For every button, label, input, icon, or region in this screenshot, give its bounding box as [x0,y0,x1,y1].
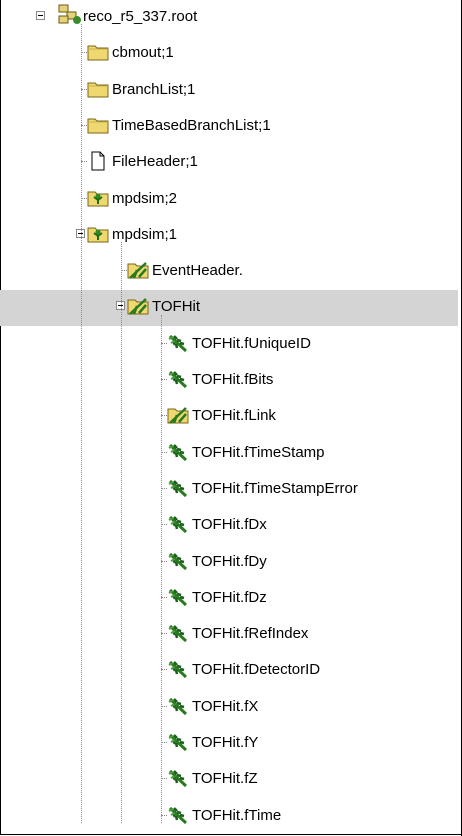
leaf-icon [167,514,189,534]
tree-item-label: TOFHit.fBits [192,371,274,388]
tree-item-label: TOFHit.fLink [192,407,276,425]
tree-item-label: TOFHit.fDy [192,552,267,570]
tree-icon [87,224,109,244]
leaf-icon [167,805,189,825]
tree-row-root[interactable]: reco_r5_337.root [0,0,458,36]
tree-item-label: TOFHit.fTime [192,806,282,824]
tree-row-mpdsim-2[interactable]: mpdsim;2 [0,182,458,218]
root-file-icon [57,4,81,24]
tree-row-tofhit-ftime[interactable]: TOFHit.fTime [0,799,458,835]
file-tree-view[interactable]: reco_r5_337.root cbmout;1 BranchList;1 Time… [0,0,458,836]
tree-row-tofhit-fy[interactable]: TOFHit.fY [0,726,458,762]
tree-row-tofhit-flink[interactable]: TOFHit.fLink [0,399,458,435]
tree-guide-line [121,242,122,823]
branch-icon [127,296,149,316]
tree-row-fileheader-1[interactable]: FileHeader;1 [0,145,458,181]
leaf-icon [167,369,189,389]
leaf-icon [167,659,189,679]
tree-item-label: EventHeader. [152,262,243,280]
tree-root-label: reco_r5_337.root [83,8,198,25]
tree-item-label: TOFHit.fZ [192,770,258,788]
tree-item-label: FileHeader;1 [112,153,198,171]
leaf-icon [167,333,189,353]
tree-row-tofhit-fdx[interactable]: TOFHit.fDx [0,508,458,544]
leaf-icon [167,587,189,607]
tree-row-branchlist-1[interactable]: BranchList;1 [0,73,458,109]
file-icon [87,151,109,171]
folder-icon [87,79,109,99]
tree-row-tofhit-fdz[interactable]: TOFHit.fDz [0,581,458,617]
leaf-icon [167,551,189,571]
tree-item-label: TimeBasedBranchList;1 [112,116,271,134]
tree-item-label: TOFHit.fY [192,734,259,751]
tree-item-label: TOFHit [152,298,201,316]
tree-row-tofhit-fx[interactable]: TOFHit.fX [0,690,458,726]
tree-item-label: TOFHit.fTimeStampError [192,479,358,497]
collapse-toggle[interactable] [36,11,45,20]
tree-row-tofhit[interactable]: TOFHit [0,290,458,327]
tree-guide-line [161,314,162,823]
tree-item-label: BranchList;1 [112,80,196,98]
tree-item-label: TOFHit.fTimeStamp [192,443,325,461]
tree-row-tofhit-fdy[interactable]: TOFHit.fDy [0,545,458,581]
tree-item-label: TOFHit.fDx [192,516,267,534]
branch-icon [167,405,189,425]
tree-item-label: TOFHit.fX [192,697,259,715]
tree-item-label: TOFHit.fDetectorID [192,661,321,679]
tree-row-tofhit-ftimestamperror[interactable]: TOFHit.fTimeStampError [0,472,458,508]
tree-row-tofhit-fdetectorid[interactable]: TOFHit.fDetectorID [0,653,458,689]
tree-row-timebasedbranchlist-1[interactable]: TimeBasedBranchList;1 [0,109,458,145]
tree-row-tofhit-frefindex[interactable]: TOFHit.fRefIndex [0,617,458,653]
tree-row-tofhit-fz[interactable]: TOFHit.fZ [0,762,458,798]
tree-guide-line [81,24,82,823]
leaf-icon [167,478,189,498]
tree-row-tofhit-funiqueid[interactable]: TOFHit.fUniqueID [0,327,458,363]
leaf-icon [167,442,189,462]
folder-icon [87,42,109,62]
tree-item-label: TOFHit.fRefIndex [192,625,309,643]
tree-row-cbmout-1[interactable]: cbmout;1 [0,36,458,72]
leaf-icon [167,623,189,643]
folder-icon [87,115,109,135]
tree-item-label: mpdsim;1 [112,225,178,243]
tree-item-label: TOFHit.fDz [192,588,267,606]
tree-row-tofhit-ftimestamp[interactable]: TOFHit.fTimeStamp [0,436,458,472]
tree-row-eventheader[interactable]: EventHeader. [0,254,458,290]
leaf-icon [167,768,189,788]
tree-item-label: cbmout;1 [112,44,174,62]
tree-item-label: mpdsim;2 [112,189,178,207]
leaf-icon [167,696,189,716]
tree-item-label: TOFHit.fUniqueID [192,334,311,352]
tree-row-mpdsim-1[interactable]: mpdsim;1 [0,218,458,254]
tree-row-tofhit-fbits[interactable]: TOFHit.fBits [0,363,458,399]
branch-icon [127,260,149,280]
leaf-icon [167,732,189,752]
tree-icon [87,188,109,208]
